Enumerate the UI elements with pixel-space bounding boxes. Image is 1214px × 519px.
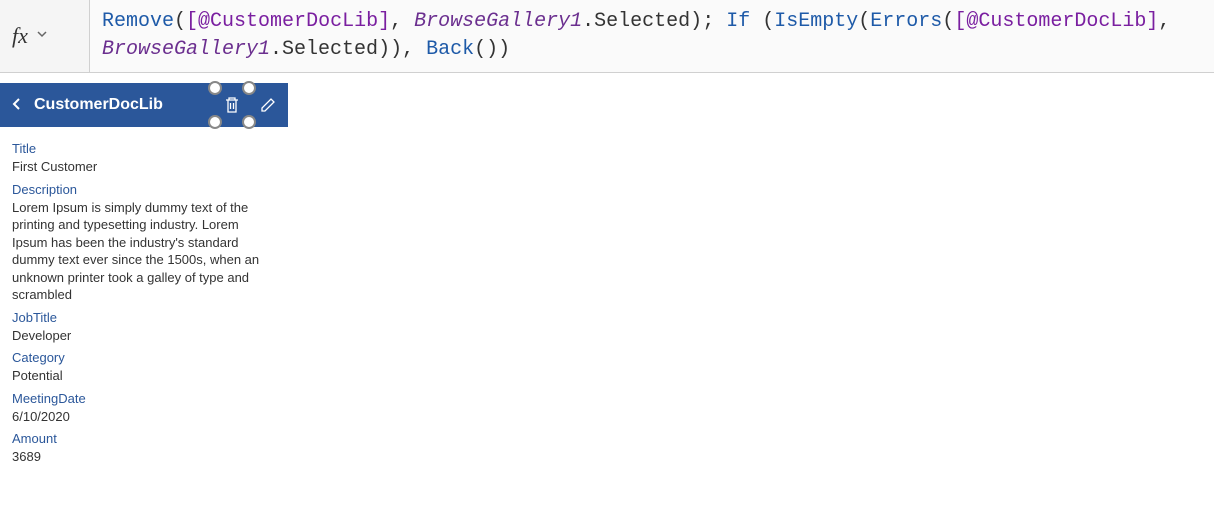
page-title: CustomerDocLib	[34, 96, 222, 114]
edit-icon[interactable]	[258, 95, 278, 115]
app-header: CustomerDocLib	[0, 83, 288, 127]
formula-input[interactable]: Remove([@CustomerDocLib], BrowseGallery1…	[90, 0, 1214, 72]
field-label-title: Title	[12, 141, 276, 156]
field-label-jobtitle: JobTitle	[12, 310, 276, 325]
field-value-title: First Customer	[12, 158, 276, 176]
detail-form: Title First Customer Description Lorem I…	[0, 127, 288, 472]
field-value-jobtitle: Developer	[12, 327, 276, 345]
field-value-amount: 3689	[12, 448, 276, 466]
app-preview: CustomerDocLib	[0, 83, 288, 472]
trash-icon[interactable]	[222, 95, 242, 115]
back-icon[interactable]	[10, 95, 24, 116]
resize-handle[interactable]	[242, 115, 256, 129]
field-label-amount: Amount	[12, 431, 276, 446]
fx-symbol: fx	[12, 23, 28, 49]
chevron-down-icon[interactable]	[36, 27, 48, 45]
field-label-description: Description	[12, 182, 276, 197]
header-actions	[222, 95, 278, 115]
resize-handle[interactable]	[242, 81, 256, 95]
resize-handle[interactable]	[208, 115, 222, 129]
fx-label[interactable]: fx	[0, 0, 90, 72]
field-value-category: Potential	[12, 367, 276, 385]
field-value-meetingdate: 6/10/2020	[12, 408, 276, 426]
formula-bar: fx Remove([@CustomerDocLib], BrowseGalle…	[0, 0, 1214, 73]
canvas-area: CustomerDocLib	[0, 73, 1214, 472]
field-label-meetingdate: MeetingDate	[12, 391, 276, 406]
field-value-description: Lorem Ipsum is simply dummy text of the …	[12, 199, 276, 304]
resize-handle[interactable]	[208, 81, 222, 95]
field-label-category: Category	[12, 350, 276, 365]
